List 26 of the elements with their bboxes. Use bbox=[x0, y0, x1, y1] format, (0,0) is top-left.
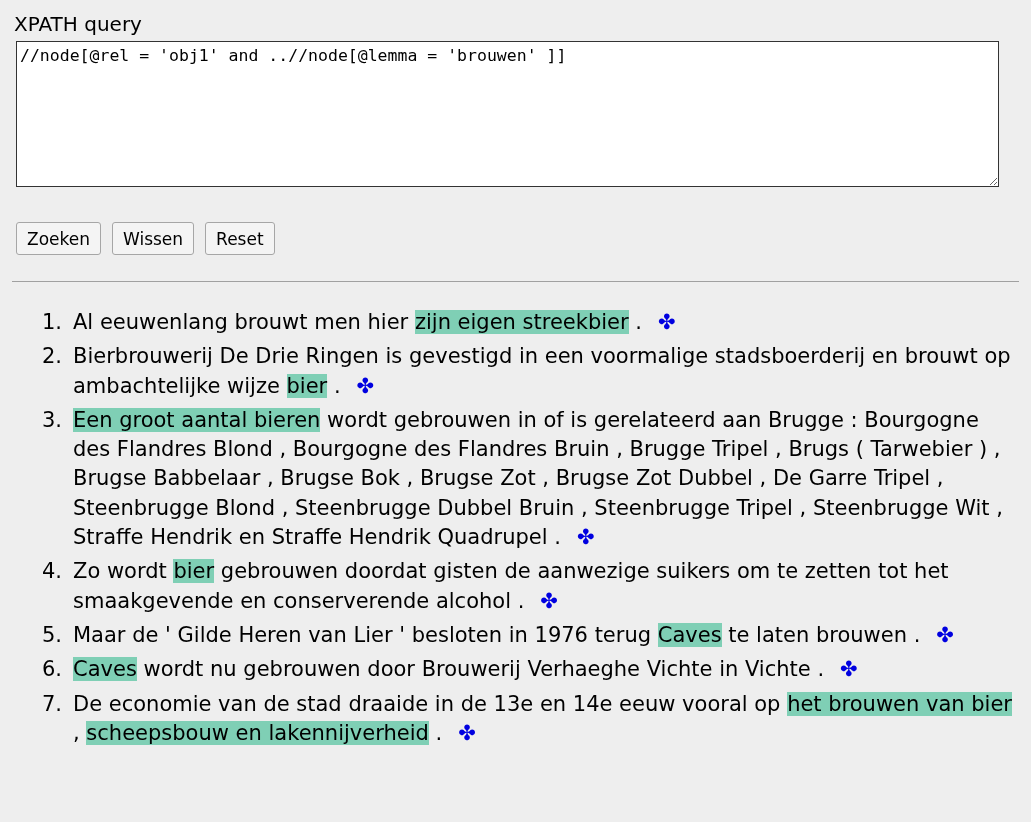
list-number: 4. bbox=[40, 558, 62, 586]
form-button[interactable]: Wissen bbox=[112, 222, 195, 255]
list-number: 2. bbox=[40, 343, 62, 371]
query-input[interactable]: //node[@rel = 'obj1' and ..//node[@lemma = 'brouwen' ]] bbox=[16, 41, 999, 187]
result-sentence: Bierbrouwerij De Drie Ringen is gevestigd in een voormalige stadsboerderij en brouwt op ambachtelijke wijze bier . ✤ bbox=[73, 343, 1012, 400]
result-sentence: Maar de ' Gilde Heren van Lier ' besloten in 1976 terug Caves te laten brouwen . ✤ bbox=[73, 621, 955, 649]
result-sentence: Caves wordt nu gebrouwen door Brouwerij Verhaeghe Vichte in Vichte . ✤ bbox=[73, 656, 859, 684]
query-label: XPATH query bbox=[14, 12, 142, 36]
result-sentence: Een groot aantal bieren wordt gebrouwen in of is gerelateerd aan Brugge : Bourgogne des Flandres Blond , Bourgogne des Flandres Bruin , Brugge Tripel , Brugs ( Tarwebier ) , Brugse Babbelaar , Brugse Bok , Brugse Zot , Brugse Zot Dubbel , De Garre Tripel , Steenbrugge Blond , Steenbrugge Dubbel Bruin , Steenbrugge Tripel , Steenbrugge Wit , Straffe Hendrik en Straffe Hendrik Quadrupel . ✤ bbox=[73, 406, 1004, 552]
tree-link[interactable]: ✤ bbox=[356, 373, 375, 398]
list-number: 5. bbox=[40, 621, 62, 649]
form-button[interactable]: Zoeken bbox=[16, 222, 101, 255]
tree-link[interactable]: ✤ bbox=[936, 622, 954, 647]
list-number: 3. bbox=[40, 406, 62, 434]
result-sentence: Zo wordt bier gebrouwen doordat gisten de aanwezige suikers om te zetten tot het smaakgevende en conserverende alcohol . ✤ bbox=[73, 558, 950, 615]
list-number: 6. bbox=[40, 656, 62, 684]
form-button[interactable]: Reset bbox=[205, 222, 275, 255]
tree-link[interactable]: ✤ bbox=[658, 310, 676, 334]
result-sentence: De economie van de stad draaide in de 13e en 14e eeuw vooral op het brouwen van bier , scheepsbouw en lakennijverheid . ✤ bbox=[73, 690, 1014, 747]
tree-link[interactable]: ✤ bbox=[840, 657, 858, 682]
list-number: 1. bbox=[40, 309, 62, 336]
tree-link[interactable]: ✤ bbox=[458, 720, 476, 745]
tree-link[interactable]: ✤ bbox=[540, 588, 558, 613]
tree-link[interactable]: ✤ bbox=[576, 525, 595, 550]
list-number: 7. bbox=[40, 690, 62, 718]
result-sentence: Al eeuwenlang brouwt men hier zijn eigen streekbier . ✤ bbox=[73, 309, 677, 336]
